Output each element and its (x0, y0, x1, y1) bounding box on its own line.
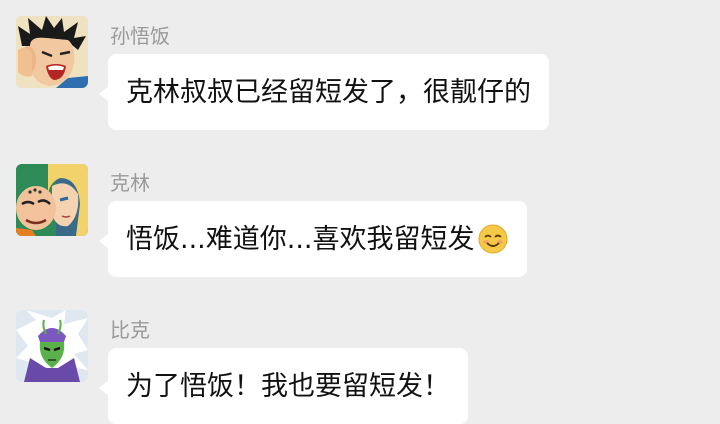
message-text: 克林叔叔已经留短发了，很靓仔的 (126, 76, 531, 108)
message-text: 悟饭...难道你...喜欢我留短发 (126, 223, 475, 255)
message-bubble[interactable]: 悟饭...难道你...喜欢我留短发 (99, 201, 527, 277)
sender-name: 孙悟饭 (110, 24, 170, 48)
piccolo-avatar-icon[interactable] (16, 310, 88, 382)
chat-window: 孙悟饭 克林叔叔已经留短发了，很靓仔的 克林 悟饭...难道你...喜欢我留短发… (0, 0, 720, 424)
sender-name: 比克 (110, 318, 150, 342)
message-bubble[interactable]: 为了悟饭！我也要留短发！ (99, 348, 468, 424)
message-bubble[interactable]: 克林叔叔已经留短发了，很靓仔的 (99, 54, 549, 130)
gohan-avatar-icon[interactable] (16, 16, 88, 88)
sender-name: 克林 (110, 171, 150, 195)
krillin-and-android18-avatar-icon[interactable] (16, 164, 88, 236)
smiling-face-icon (477, 223, 509, 255)
message-text: 为了悟饭！我也要留短发！ (126, 370, 450, 402)
